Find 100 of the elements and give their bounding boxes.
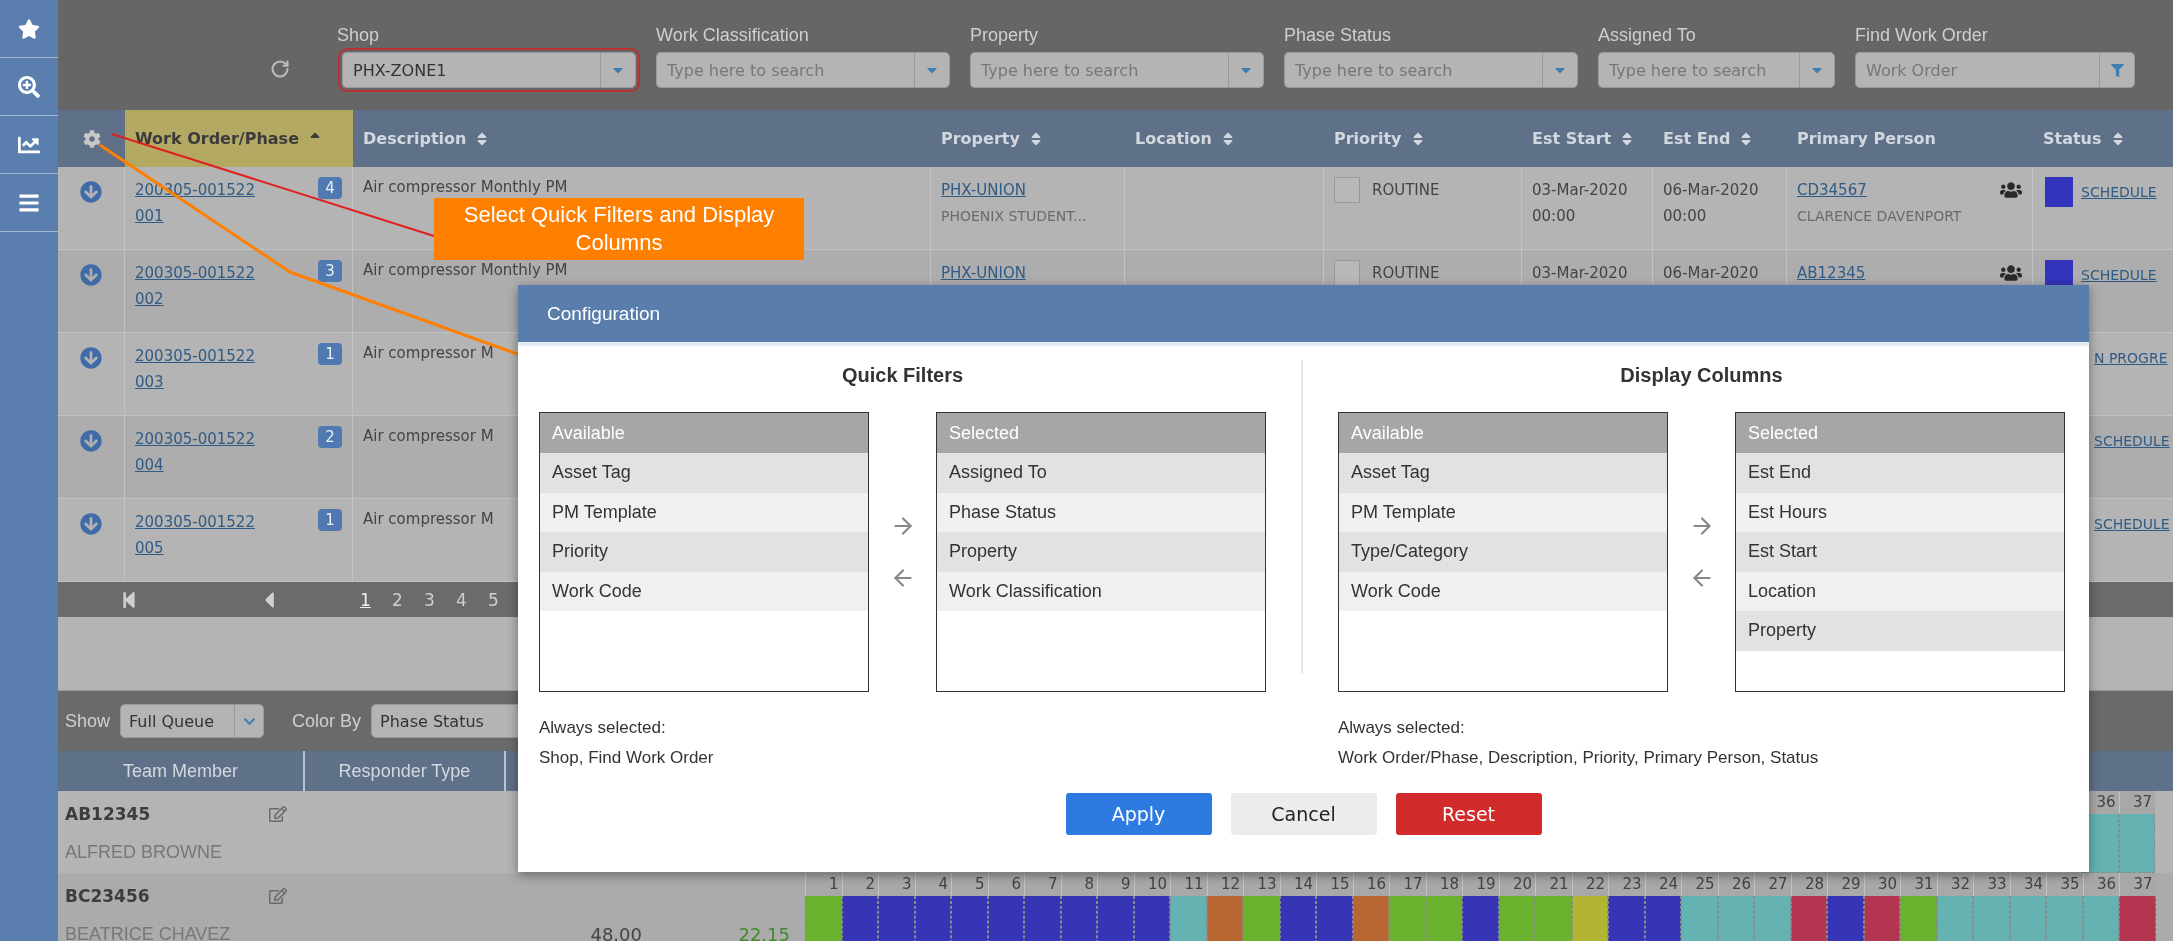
select-field[interactable]: Type here to search [656, 52, 914, 88]
column-header[interactable]: Est End [1653, 110, 1787, 167]
work-order-link[interactable]: 200305-001522 [135, 260, 255, 286]
column-header[interactable]: Work Order/Phase [125, 110, 353, 167]
status-link[interactable]: SCHEDULE [2094, 511, 2170, 537]
day-cell[interactable] [1279, 896, 1316, 941]
column-header[interactable]: Location [1125, 110, 1324, 167]
people-icon[interactable] [2000, 262, 2022, 284]
list-item[interactable]: Est Hours [1736, 492, 2064, 532]
day-cell[interactable] [1498, 896, 1535, 941]
search-field[interactable]: Work Order [1855, 52, 2099, 88]
danger-button[interactable]: Reset [1395, 793, 1542, 835]
people-icon[interactable] [2000, 179, 2022, 201]
list-item[interactable]: Asset Tag [540, 453, 868, 493]
list-item[interactable]: Work Code [1339, 571, 1667, 611]
secondary-button[interactable]: Cancel [1230, 793, 1377, 835]
list-item[interactable]: Work Code [540, 571, 868, 611]
list-item[interactable]: Location [1736, 571, 2064, 611]
list-item[interactable]: Property [937, 532, 1265, 572]
day-cell[interactable] [951, 896, 988, 941]
page-link[interactable]: 5 [488, 589, 520, 610]
dropdown-button[interactable] [600, 52, 636, 88]
day-cell[interactable] [1608, 896, 1645, 941]
day-cell[interactable] [805, 896, 842, 941]
day-cell[interactable] [2046, 896, 2083, 941]
day-cell[interactable] [2082, 896, 2119, 941]
status-link[interactable]: SCHEDULE [2081, 262, 2157, 288]
column-header[interactable]: Est Start [1522, 110, 1653, 167]
dropdown-button[interactable] [914, 52, 950, 88]
day-cell[interactable] [878, 896, 915, 941]
day-cell[interactable] [1863, 896, 1900, 941]
day-cell[interactable] [1389, 896, 1426, 941]
list-item[interactable]: Est Start [1736, 532, 2064, 572]
day-cell[interactable] [1973, 896, 2010, 941]
day-cell[interactable] [1170, 896, 1207, 941]
settings-icon[interactable] [82, 129, 101, 148]
property-link[interactable]: PHX-UNION [941, 177, 1026, 203]
day-cell[interactable] [1681, 896, 1718, 941]
select-field[interactable]: Type here to search [1598, 52, 1799, 88]
show-select[interactable]: Full Queue [120, 704, 265, 738]
day-cell[interactable] [2118, 814, 2155, 873]
day-cell[interactable] [841, 896, 878, 941]
list-item[interactable]: Asset Tag [1339, 453, 1667, 493]
day-cell[interactable] [1462, 896, 1499, 941]
list-item[interactable]: Property [1736, 611, 2064, 651]
person-link[interactable]: AB12345 [1797, 260, 1866, 286]
column-header[interactable]: Description [353, 110, 931, 167]
day-cell[interactable] [1644, 896, 1681, 941]
select-field[interactable]: Type here to search [1284, 52, 1542, 88]
dropdown-button[interactable] [1228, 52, 1264, 88]
day-cell[interactable] [2119, 896, 2156, 941]
list-item[interactable]: Type/Category [1339, 532, 1667, 572]
day-cell[interactable] [1936, 896, 1973, 941]
day-cell[interactable] [1900, 896, 1937, 941]
day-cell[interactable] [1133, 896, 1170, 941]
day-cell[interactable] [1717, 896, 1754, 941]
day-cell[interactable] [1571, 896, 1608, 941]
day-cell[interactable] [914, 896, 951, 941]
first-page-icon[interactable] [120, 590, 138, 609]
select-field[interactable]: PHX-ZONE1 [342, 52, 600, 88]
day-cell[interactable] [1425, 896, 1462, 941]
edit-icon[interactable] [269, 887, 287, 905]
list-item[interactable]: Priority [540, 532, 868, 572]
phase-link[interactable]: 003 [135, 369, 164, 395]
day-cell[interactable] [1827, 896, 1864, 941]
select-field[interactable]: Type here to search [970, 52, 1228, 88]
phase-link[interactable]: 002 [135, 286, 164, 312]
page-link[interactable]: 3 [424, 589, 456, 610]
phase-link[interactable]: 001 [135, 203, 164, 229]
day-cell[interactable] [2009, 896, 2046, 941]
day-cell[interactable] [1316, 896, 1353, 941]
list-item[interactable]: PM Template [540, 492, 868, 532]
page-link[interactable]: 4 [456, 589, 488, 610]
primary-button[interactable]: Apply [1065, 793, 1212, 835]
list-item[interactable]: Phase Status [937, 492, 1265, 532]
day-cell[interactable] [1754, 896, 1791, 941]
refresh-icon[interactable] [270, 59, 290, 79]
day-cell[interactable] [1535, 896, 1572, 941]
status-link[interactable]: SCHEDULE [2094, 428, 2170, 454]
person-link[interactable]: CD34567 [1797, 177, 1867, 203]
status-link[interactable]: SCHEDULE [2081, 179, 2157, 205]
day-cell[interactable] [1024, 896, 1061, 941]
column-header[interactable]: Status [2033, 110, 2173, 167]
work-order-link[interactable]: 200305-001522 [135, 426, 255, 452]
column-header[interactable]: Property [931, 110, 1125, 167]
list-item[interactable]: Work Classification [937, 571, 1265, 611]
work-order-link[interactable]: 200305-001522 [135, 343, 255, 369]
page-link[interactable]: 2 [392, 589, 424, 610]
list-item[interactable]: PM Template [1339, 492, 1667, 532]
column-header[interactable]: Priority [1324, 110, 1522, 167]
phase-link[interactable]: 004 [135, 452, 164, 478]
dropdown-button[interactable] [1542, 52, 1578, 88]
dropdown-button[interactable] [1799, 52, 1835, 88]
day-cell[interactable] [1097, 896, 1134, 941]
list-item[interactable]: Est End [1736, 453, 2064, 493]
day-cell[interactable] [1352, 896, 1389, 941]
day-cell[interactable] [1206, 896, 1243, 941]
filter-button[interactable] [2099, 52, 2135, 88]
list-item[interactable]: Assigned To [937, 453, 1265, 493]
day-cell[interactable] [1060, 896, 1097, 941]
